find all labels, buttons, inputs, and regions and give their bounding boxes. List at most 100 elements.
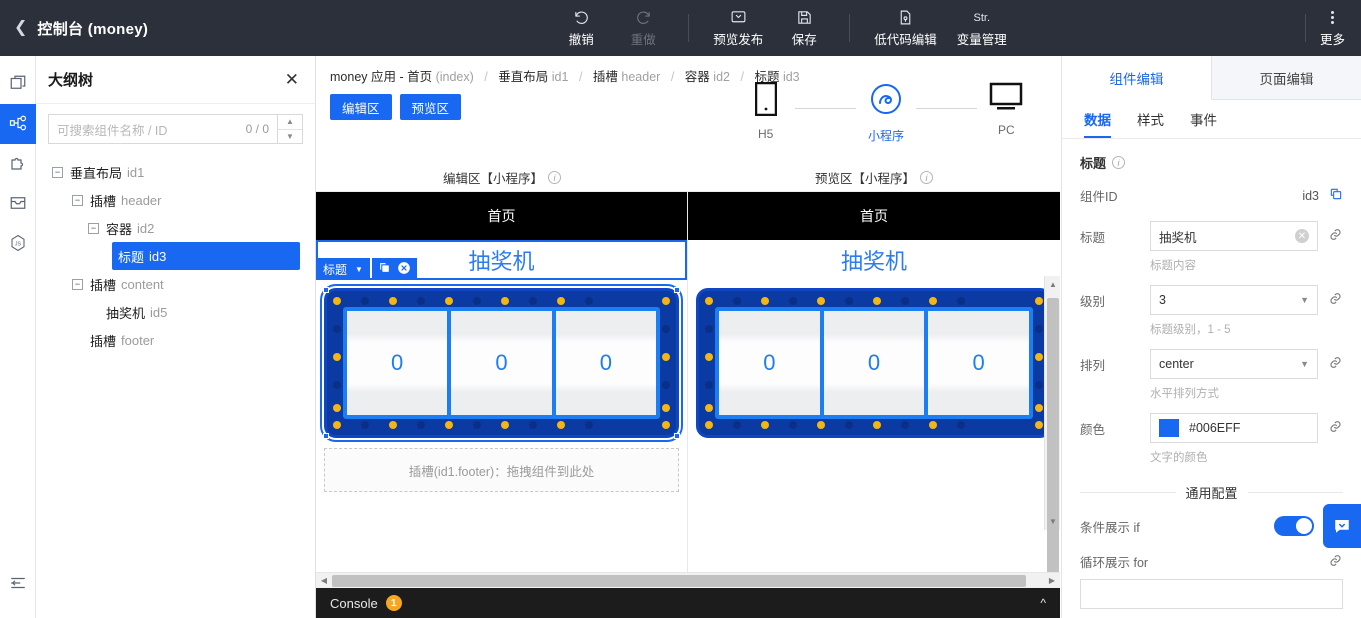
sidebar-item-component-tree[interactable] (0, 104, 36, 144)
tab-page-edit[interactable]: 页面编辑 (1212, 56, 1361, 100)
preview-zone-label-wrap: 预览区【小程序】 i (688, 168, 1060, 187)
chevron-down-icon[interactable]: ▼ (278, 130, 302, 144)
link-icon[interactable] (1328, 227, 1343, 245)
resize-handle-nw[interactable] (323, 287, 329, 293)
scroll-left-icon[interactable]: ◀ (316, 576, 332, 585)
footer-slot-dropzone[interactable]: 插槽(id1.footer)：拖拽组件到此处 (324, 448, 679, 492)
resize-handle-sw[interactable] (323, 433, 329, 439)
more-button[interactable]: 更多 (1320, 8, 1345, 48)
redo-button[interactable]: 重做 (612, 0, 674, 56)
breadcrumb-item-container[interactable]: 容器 (685, 70, 710, 84)
toggle-icon[interactable]: − (52, 166, 63, 178)
phone-icon (754, 81, 777, 119)
device-miniprogram[interactable]: 小程序 (856, 82, 915, 144)
canvas-vertical-scrollbar[interactable]: ▲ ▼ (1044, 276, 1060, 572)
sidebar-item-pages[interactable] (0, 64, 36, 104)
chat-icon[interactable] (1323, 504, 1361, 548)
chevron-down-icon[interactable]: ▼ (1300, 295, 1309, 305)
tree-node-id2[interactable]: − 容器 id2 (36, 214, 315, 242)
level-select[interactable]: 3 ▼ (1150, 285, 1318, 315)
publish-button[interactable]: 预览发布 (703, 0, 773, 56)
scroll-up-icon[interactable]: ▲ (1045, 276, 1060, 293)
breadcrumb-item-slot[interactable]: 插槽 (593, 70, 618, 84)
chevron-up-icon[interactable]: ^ (1040, 596, 1046, 610)
tree-node-id1[interactable]: − 垂直布局 id1 (36, 158, 315, 186)
sidebar-item-js[interactable]: JS (0, 224, 36, 264)
subtab-data[interactable]: 数据 (1084, 100, 1111, 138)
device-pc[interactable]: PC (977, 82, 1036, 137)
canvas-horizontal-scrollbar[interactable]: ◀ ▶ (316, 572, 1060, 588)
color-input[interactable]: #006EFF (1150, 413, 1318, 443)
close-icon[interactable]: ✕ (285, 71, 299, 88)
toggle-icon[interactable]: − (72, 194, 83, 206)
preview-lottery-machine: 0 0 0 (696, 288, 1052, 438)
properties-panel: 组件编辑 页面编辑 数据 样式 事件 标题 i 组件ID id3 标题 抽奖机 … (1061, 56, 1361, 618)
device-selector: H5 小程序 PC (736, 81, 1036, 162)
component-id-value: id3 (1302, 188, 1319, 203)
subtab-style[interactable]: 样式 (1137, 100, 1164, 138)
tree-node-footer[interactable]: 插槽 footer (36, 326, 315, 354)
console-bar[interactable]: Console 1 ^ (316, 588, 1060, 618)
breadcrumb-item-app[interactable]: money 应用 - 首页 (330, 70, 432, 84)
collapse-panel-button[interactable] (0, 564, 36, 604)
copy-icon[interactable] (1329, 187, 1343, 204)
selection-tag[interactable]: 标题 ▼ (316, 258, 370, 280)
for-input[interactable] (1080, 579, 1343, 609)
tree-node-header[interactable]: − 插槽 header (36, 186, 315, 214)
subtab-events[interactable]: 事件 (1190, 100, 1217, 138)
undo-label: 撤销 (568, 33, 594, 47)
breadcrumb-id-layout: id1 (551, 70, 569, 84)
save-button[interactable]: 保存 (773, 0, 835, 56)
search-input[interactable]: 可搜索组件名称 / ID 0 / 0 (48, 114, 277, 144)
tree-node-id3[interactable]: 标题 id3 (112, 242, 300, 270)
preview-reel-3: 0 (928, 311, 1029, 415)
scroll-down-icon[interactable]: ▼ (1045, 513, 1060, 530)
tree-node-id5[interactable]: 抽奖机 id5 (36, 298, 315, 326)
link-icon[interactable] (1328, 553, 1343, 571)
breadcrumb-item-layout[interactable]: 垂直布局 (498, 70, 548, 84)
align-select[interactable]: center ▼ (1150, 349, 1318, 379)
info-icon[interactable]: i (1112, 156, 1126, 169)
chevron-down-icon[interactable]: ▼ (1300, 359, 1309, 369)
preview-zone-button[interactable]: 预览区 (399, 94, 462, 120)
resize-handle-ne[interactable] (674, 287, 680, 293)
chevron-down-icon[interactable]: ▼ (355, 265, 363, 274)
resize-handle-se[interactable] (674, 433, 680, 439)
reel-3: 0 (555, 311, 656, 415)
color-swatch[interactable] (1159, 419, 1179, 437)
monitor-icon (989, 82, 1023, 115)
lottery-machine-component[interactable]: 0 0 0 (320, 284, 683, 442)
chevron-up-icon[interactable]: ▲ (278, 115, 302, 130)
link-icon[interactable] (1328, 355, 1343, 373)
close-circle-icon[interactable] (397, 261, 411, 278)
vertical-scroll-thumb[interactable] (1047, 298, 1059, 572)
scroll-right-icon[interactable]: ▶ (1044, 576, 1060, 585)
horizontal-scroll-thumb[interactable] (332, 574, 1026, 587)
device-h5[interactable]: H5 (736, 81, 795, 141)
toggle-icon[interactable]: − (72, 278, 83, 290)
title-input[interactable]: 抽奖机 ✕ (1150, 221, 1318, 251)
chevron-left-icon[interactable]: ❮ (14, 20, 27, 36)
info-icon[interactable]: i (920, 171, 933, 184)
breadcrumb-id-slot: header (621, 70, 661, 84)
field-color-label: 颜色 (1080, 422, 1106, 437)
copy-icon[interactable] (378, 261, 391, 277)
sidebar-item-plugins[interactable] (0, 144, 36, 184)
sidebar-item-inbox[interactable] (0, 184, 36, 224)
edit-zone-button[interactable]: 编辑区 (330, 94, 392, 120)
footer-slot-placeholder: 插槽(id1.footer)：拖拽组件到此处 (408, 464, 595, 479)
variable-manage-button[interactable]: Str. 变量管理 (947, 0, 1017, 56)
undo-button[interactable]: 撤销 (550, 0, 612, 56)
edit-canvas[interactable]: 首页 抽奖机 标题 ▼ 0 0 0 插槽(id1.footer)：拖拽组件到此处 (316, 192, 688, 572)
clear-icon[interactable]: ✕ (1295, 229, 1309, 243)
condition-toggle[interactable] (1274, 516, 1314, 536)
info-icon[interactable]: i (548, 171, 561, 184)
link-icon[interactable] (1328, 419, 1343, 437)
tab-component-edit[interactable]: 组件编辑 (1062, 56, 1212, 100)
tree-node-id: header (121, 192, 162, 208)
lowcode-edit-button[interactable]: 低代码编辑 (864, 0, 947, 56)
field-for-row: 循环展示 for (1080, 552, 1343, 571)
link-icon[interactable] (1328, 291, 1343, 309)
toggle-icon[interactable]: − (88, 222, 99, 234)
tree-node-content[interactable]: − 插槽 content (36, 270, 315, 298)
